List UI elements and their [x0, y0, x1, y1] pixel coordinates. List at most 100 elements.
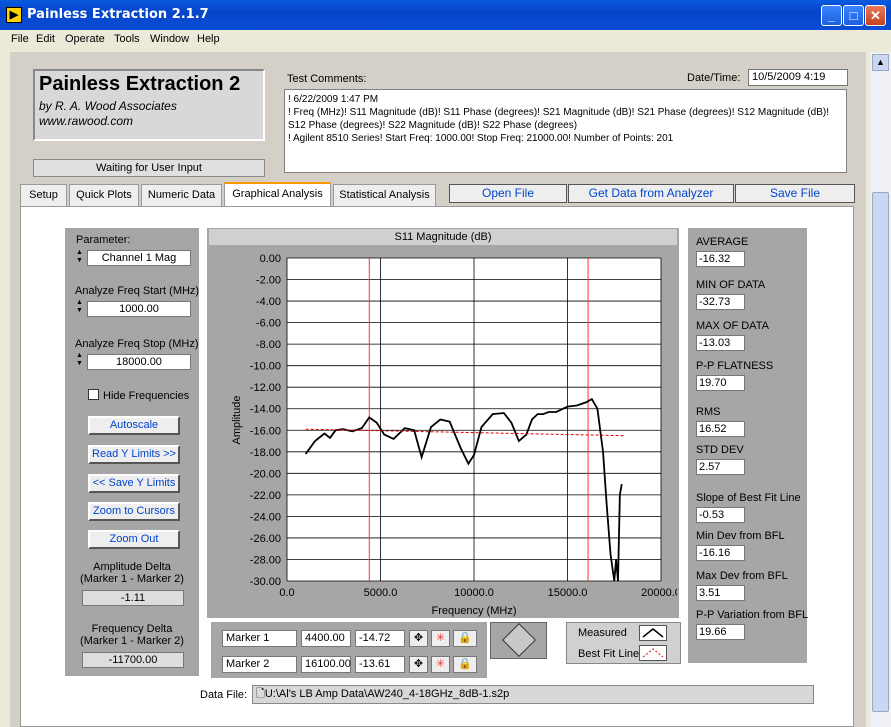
stat-value: 16.52 — [696, 421, 745, 437]
comment-line: ! Agilent 8510 Series! Start Freq: 1000.… — [288, 133, 674, 144]
stat-label: MIN OF DATA — [696, 279, 766, 291]
minimize-button[interactable]: _ — [821, 5, 842, 26]
marker1-amp[interactable]: -14.72 — [355, 630, 405, 647]
legend-measured-swatch — [639, 625, 667, 641]
stat-value: -16.32 — [696, 251, 745, 267]
tab-statistical-analysis[interactable]: Statistical Analysis — [333, 184, 436, 206]
y-tick-label: -10.00 — [250, 361, 281, 373]
freq-delta-value: -11700.00 — [82, 652, 184, 668]
parameter-label: Parameter: — [76, 234, 131, 246]
freq-delta-label: Frequency Delta — [91, 623, 173, 635]
menu-operate[interactable]: Operate — [65, 33, 105, 45]
hide-frequencies-checkbox[interactable] — [88, 389, 99, 400]
y-tick-label: -22.00 — [250, 490, 281, 502]
stat-label: RMS — [696, 406, 721, 418]
y-tick-label: -24.00 — [250, 511, 281, 523]
data-file-path[interactable]: 🗋U:\Al's LB Amp Data\AW240_4-18GHz_8dB-1… — [252, 685, 814, 704]
freq-delta-sublabel: (Marker 1 - Marker 2) — [80, 635, 184, 647]
scroll-up-icon[interactable]: ▲ — [872, 54, 889, 71]
amp-delta-value: -1.11 — [82, 590, 184, 606]
stat-value: -32.73 — [696, 294, 745, 310]
lock-icon[interactable]: 🔒 — [453, 630, 477, 647]
menu-help[interactable]: Help — [197, 33, 220, 45]
legend-bestfit-swatch — [639, 645, 667, 661]
spinner-icon[interactable]: ▲ ▼ — [74, 249, 85, 267]
vertical-scrollbar[interactable]: ▲ — [870, 52, 891, 727]
data-file-label: Data File: — [200, 689, 248, 701]
cursor-style-icon[interactable]: ✳ — [431, 656, 450, 673]
hide-frequencies-label: Hide Frequencies — [103, 390, 190, 402]
comment-line: ! Freq (MHz)! S11 Magnitude (dB)! S11 Ph… — [288, 107, 830, 131]
menu-bar: File Edit Operate Tools Window Help — [0, 30, 891, 50]
stat-value: 19.66 — [696, 624, 745, 640]
amp-delta-sublabel: (Marker 1 - Marker 2) — [80, 573, 184, 585]
stat-label: STD DEV — [696, 444, 744, 456]
open-file-button[interactable]: Open File — [449, 184, 567, 203]
close-button[interactable]: ✕ — [865, 5, 886, 26]
cursor-navigation-pad[interactable] — [490, 622, 547, 659]
y-tick-label: -14.00 — [250, 404, 281, 416]
scroll-thumb[interactable] — [872, 192, 889, 712]
y-tick-label: -26.00 — [250, 533, 281, 545]
move-icon[interactable]: ✥ — [409, 630, 428, 647]
y-tick-label: -18.00 — [250, 447, 281, 459]
zoom-to-cursors-button[interactable]: Zoom to Cursors — [88, 502, 180, 521]
autoscale-button[interactable]: Autoscale — [88, 416, 180, 435]
y-tick-label: -4.00 — [256, 296, 281, 308]
tab-setup[interactable]: Setup — [20, 184, 67, 206]
tab-graphical-analysis[interactable]: Graphical Analysis — [224, 182, 331, 206]
s11-chart[interactable]: 0.00 -2.00 -4.00 -6.00 -8.00 -10.00 -12.00 -14.… — [209, 248, 677, 618]
maximize-button[interactable]: □ — [843, 5, 864, 26]
lock-icon[interactable]: 🔒 — [453, 656, 477, 673]
logo-author: by R. A. Wood Associates — [39, 99, 177, 113]
start-freq-input[interactable]: 1000.00 — [87, 301, 191, 317]
status-indicator: Waiting for User Input — [33, 159, 265, 177]
stat-value: -0.53 — [696, 507, 745, 523]
tab-numeric-data[interactable]: Numeric Data — [141, 184, 222, 206]
spinner-icon[interactable]: ▲ ▼ — [74, 352, 85, 370]
move-icon[interactable]: ✥ — [409, 656, 428, 673]
window-title: Painless Extraction 2.1.7 — [27, 7, 209, 22]
logo: Painless Extraction 2 by R. A. Wood Asso… — [33, 69, 265, 141]
logo-url: www.rawood.com — [39, 114, 134, 128]
comments-textbox[interactable]: ! 6/22/2009 1:47 PM ! Freq (MHz)! S11 Ma… — [284, 89, 847, 173]
marker2-amp[interactable]: -13.61 — [355, 656, 405, 673]
datetime-field: 10/5/2009 4:19 — [748, 69, 848, 86]
stat-label: AVERAGE — [696, 236, 749, 248]
cursor-style-icon[interactable]: ✳ — [431, 630, 450, 647]
plot-legend: Measured Best Fit Line — [566, 622, 681, 664]
y-tick-label: -28.00 — [250, 554, 281, 566]
get-data-button[interactable]: Get Data from Analyzer — [568, 184, 734, 203]
stop-freq-input[interactable]: 18000.00 — [87, 354, 191, 370]
spinner-icon[interactable]: ▲ ▼ — [74, 299, 85, 317]
y-tick-label: -20.00 — [250, 468, 281, 480]
x-axis-label: Frequency (MHz) — [432, 605, 517, 617]
amp-delta-label: Amplitude Delta — [93, 561, 171, 573]
zoom-out-button[interactable]: Zoom Out — [88, 530, 180, 549]
parameter-select[interactable]: Channel 1 Mag — [87, 250, 191, 266]
stat-value: 2.57 — [696, 459, 745, 475]
y-tick-label: -8.00 — [256, 339, 281, 351]
save-file-button[interactable]: Save File — [735, 184, 855, 203]
save-y-limits-button[interactable]: << Save Y Limits — [88, 474, 180, 493]
menu-window[interactable]: Window — [150, 33, 189, 45]
y-tick-label: -6.00 — [256, 318, 281, 330]
stat-value: 19.70 — [696, 375, 745, 391]
start-freq-label: Analyze Freq Start (MHz) — [75, 285, 200, 297]
menu-edit[interactable]: Edit — [36, 33, 55, 45]
read-y-limits-button[interactable]: Read Y Limits >> — [88, 445, 180, 464]
x-tick-label: 5000.0 — [364, 587, 398, 599]
marker2-name: Marker 2 — [222, 656, 297, 673]
menu-tools[interactable]: Tools — [114, 33, 140, 45]
marker1-name: Marker 1 — [222, 630, 297, 647]
stat-label: P-P Variation from BFL — [696, 609, 809, 621]
tab-quick-plots[interactable]: Quick Plots — [69, 184, 139, 206]
stat-label: Slope of Best Fit Line — [696, 492, 801, 504]
marker1-freq[interactable]: 4400.00 — [301, 630, 351, 647]
file-path-icon: 🗋 — [256, 688, 265, 700]
legend-bestfit-label: Best Fit Line — [578, 648, 640, 660]
marker2-freq[interactable]: 16100.00 — [301, 656, 351, 673]
stat-value: -16.16 — [696, 545, 745, 561]
menu-file[interactable]: File — [11, 33, 29, 45]
diamond-nav-icon[interactable] — [502, 623, 536, 657]
